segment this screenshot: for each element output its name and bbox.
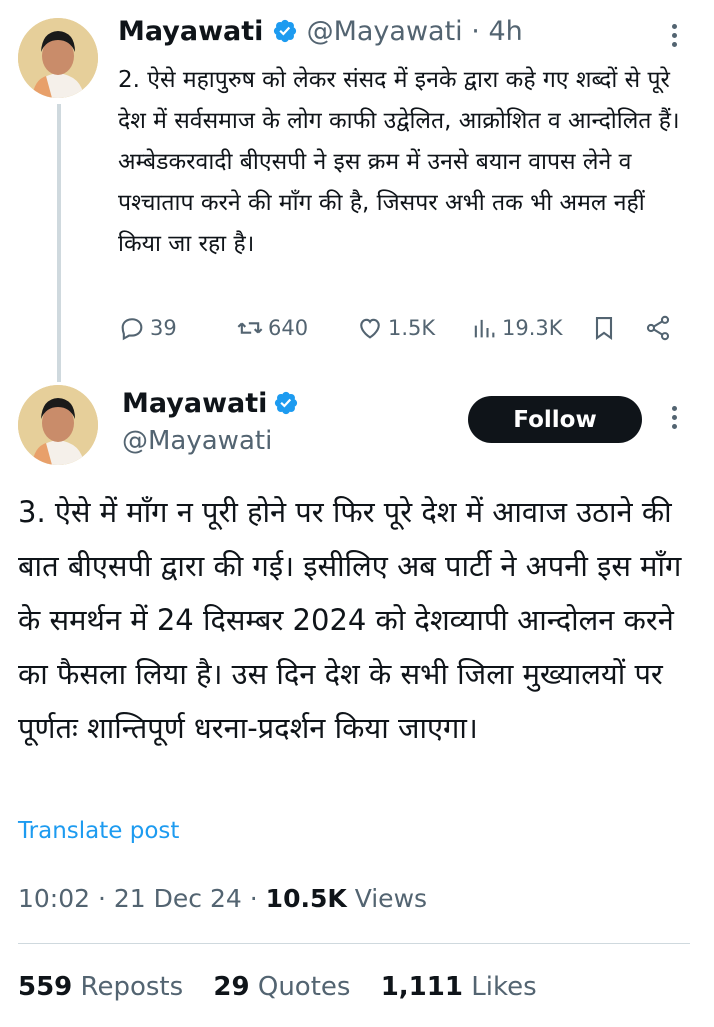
author-name[interactable]: Mayawati — [122, 388, 267, 419]
divider — [18, 943, 690, 944]
avatar[interactable] — [18, 18, 98, 98]
views-button[interactable]: 19.3K — [470, 311, 563, 345]
verified-badge-icon — [273, 19, 297, 43]
like-count: 1.5K — [388, 316, 436, 340]
bookmark-button[interactable] — [590, 311, 618, 345]
analytics-icon — [474, 319, 495, 338]
verified-badge-icon — [274, 391, 297, 415]
reply-button[interactable]: 39 — [118, 311, 177, 345]
dot-separator: · — [98, 884, 106, 913]
quotes-label: Quotes — [257, 972, 351, 1002]
like-button[interactable]: 1.5K — [356, 311, 435, 345]
dot-separator: · — [249, 884, 258, 913]
quotes-count: 29 — [213, 972, 250, 1002]
post-meta: 10:02 · 21 Dec 24 · 10.5K Views — [18, 884, 427, 913]
reposts-stat[interactable]: 559 Reposts — [18, 972, 183, 1002]
avatar[interactable] — [18, 385, 98, 465]
reply-count: 39 — [150, 316, 177, 340]
follow-button[interactable]: Follow — [468, 396, 642, 443]
author-name-row: Mayawati — [122, 388, 299, 419]
heart-icon — [360, 318, 380, 339]
post-date[interactable]: 21 Dec 24 — [114, 884, 242, 913]
post-time[interactable]: 4h — [488, 16, 522, 47]
share-icon — [646, 315, 670, 341]
likes-stat[interactable]: 1,111 Likes — [381, 972, 537, 1002]
tweet-header: Mayawati @Mayawati · 4h — [118, 16, 523, 47]
views-count: 19.3K — [502, 316, 563, 340]
repost-button[interactable]: 640 — [236, 311, 308, 345]
quotes-stat[interactable]: 29 Quotes — [213, 972, 350, 1002]
translate-post-link[interactable]: Translate post — [18, 818, 179, 844]
author-handle[interactable]: @Mayawati — [122, 426, 272, 456]
likes-count: 1,111 — [380, 972, 463, 1002]
likes-label: Likes — [471, 972, 537, 1002]
author-name[interactable]: Mayawati — [118, 16, 263, 47]
engagement-stats: 559 Reposts 29 Quotes 1,111 Likes — [18, 972, 559, 1002]
reposts-count: 559 — [18, 972, 73, 1002]
tweet-text: 3. ऐसे में माँग न पूरी होने पर फिर पूरे … — [18, 495, 682, 745]
repost-count: 640 — [268, 316, 309, 340]
repost-icon — [237, 322, 263, 334]
post-time[interactable]: 10:02 — [18, 884, 90, 913]
thread-line — [57, 104, 61, 382]
views-label: Views — [354, 884, 428, 913]
views-count: 10.5K — [265, 884, 347, 913]
share-button[interactable] — [644, 311, 672, 345]
reply-icon — [121, 318, 143, 341]
reposts-label: Reposts — [80, 972, 184, 1002]
author-handle[interactable]: @Mayawati — [307, 16, 463, 47]
tweet-text: 2. ऐसे महापुरुष को लेकर संसद में इनके द्… — [118, 67, 680, 257]
dot-separator: · — [471, 16, 480, 47]
more-options-icon[interactable] — [672, 406, 680, 433]
bookmark-icon — [595, 317, 613, 340]
more-options-icon[interactable] — [672, 24, 680, 51]
